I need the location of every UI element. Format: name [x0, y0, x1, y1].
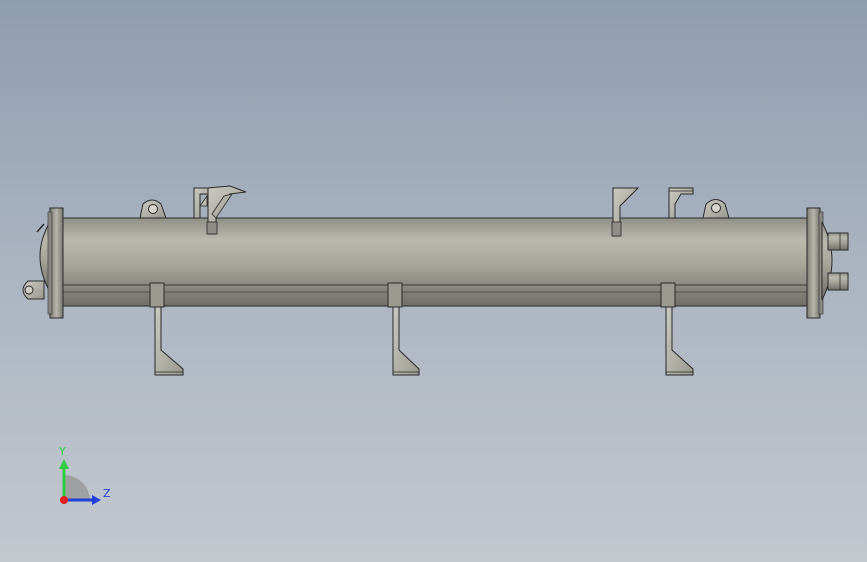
top-bracket-right-b [668, 187, 694, 219]
triad-y-label: Y [58, 445, 66, 458]
triad-quadrant [64, 475, 90, 500]
left-side-lug [22, 280, 45, 300]
triad-x-axis [60, 496, 68, 504]
heat-exchanger-model[interactable]: Y Z [0, 0, 867, 562]
triad-z-label: Z [103, 487, 111, 500]
coordinate-triad: Y Z [58, 445, 111, 505]
left-vent [36, 223, 45, 233]
cad-viewport[interactable]: Y Z [0, 0, 867, 562]
shell-body [61, 217, 809, 307]
nozzle-upper [827, 232, 849, 251]
lifting-lug-left [139, 199, 167, 219]
lifting-lug-right [702, 199, 730, 219]
right-flange [806, 207, 821, 319]
nozzle-lower [827, 272, 849, 291]
